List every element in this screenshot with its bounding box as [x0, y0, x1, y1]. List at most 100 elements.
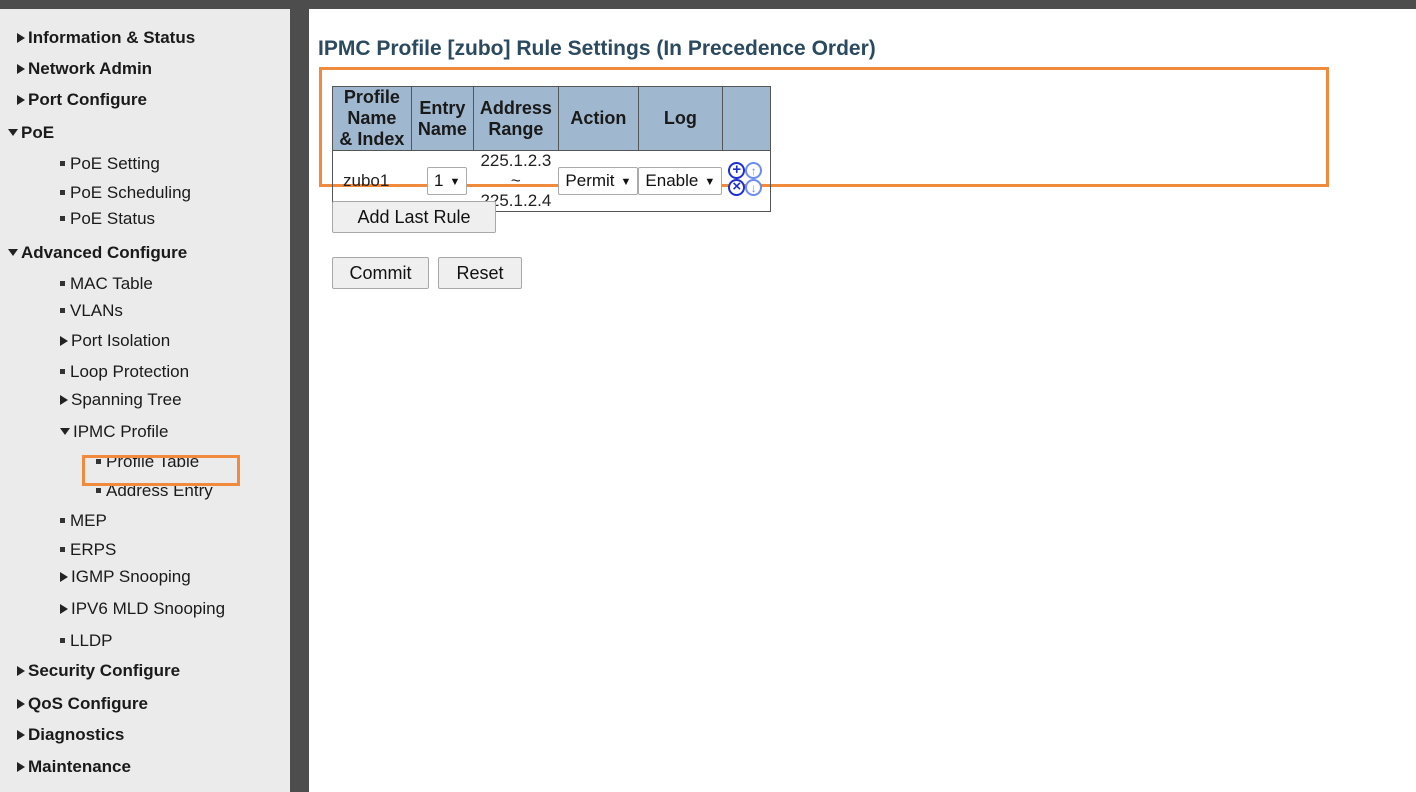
- sidebar-item-spanning-tree[interactable]: Spanning Tree: [60, 390, 182, 410]
- column-header-address-range: Address Range: [472, 86, 559, 151]
- expand-arrow-icon: [17, 33, 25, 43]
- log-value: Enable: [645, 171, 699, 190]
- sidebar-item-label: Port Configure: [28, 90, 147, 109]
- sidebar-item-poe-status[interactable]: PoE Status: [60, 209, 155, 229]
- expand-arrow-icon: [60, 395, 68, 405]
- rule-table: Profile Name & Index Entry Name Address …: [332, 86, 772, 212]
- profile-index: 1: [379, 171, 390, 190]
- table-header-row: Profile Name & Index Entry Name Address …: [332, 86, 772, 151]
- bullet-icon: [60, 281, 65, 286]
- sidebar: Information & Status Network Admin Port …: [0, 9, 290, 792]
- sidebar-item-label: Information & Status: [28, 28, 196, 47]
- bullet-icon: [60, 369, 65, 374]
- sidebar-item-qos-configure[interactable]: QoS Configure: [17, 694, 148, 714]
- sidebar-item-ipmc-profile[interactable]: IPMC Profile: [60, 422, 168, 442]
- sidebar-item-label: VLANs: [70, 301, 123, 320]
- column-header-entry-name: Entry Name: [410, 86, 474, 151]
- sidebar-item-label: PoE Setting: [70, 154, 160, 173]
- sidebar-item-poe-setting[interactable]: PoE Setting: [60, 154, 160, 174]
- sidebar-item-label: Diagnostics: [28, 725, 125, 744]
- expand-arrow-icon: [60, 336, 68, 346]
- dropdown-caret-icon: ▼: [449, 176, 461, 188]
- sidebar-item-vlans[interactable]: VLANs: [60, 301, 123, 321]
- bullet-icon: [60, 638, 65, 643]
- sidebar-item-security-configure[interactable]: Security Configure: [17, 661, 180, 681]
- bullet-icon: [60, 190, 65, 195]
- bullet-icon: [60, 547, 65, 552]
- sidebar-item-lldp[interactable]: LLDP: [60, 631, 113, 651]
- sidebar-item-label: Port Isolation: [71, 331, 171, 350]
- sidebar-item-information-status[interactable]: Information & Status: [17, 28, 195, 48]
- sidebar-item-port-configure[interactable]: Port Configure: [17, 90, 147, 110]
- log-select[interactable]: Enable ▼: [638, 167, 723, 195]
- sidebar-item-label: Spanning Tree: [71, 390, 182, 409]
- log-cell: Enable ▼: [638, 150, 723, 212]
- dropdown-caret-icon: ▼: [620, 176, 632, 188]
- expand-arrow-icon: [60, 604, 68, 614]
- sidebar-item-label: PoE Scheduling: [70, 183, 191, 202]
- move-up-icon[interactable]: ↑: [745, 162, 763, 179]
- sidebar-item-maintenance[interactable]: Maintenance: [17, 757, 131, 777]
- sidebar-item-igmp-snooping[interactable]: IGMP Snooping: [60, 567, 191, 587]
- sidebar-divider: [290, 9, 309, 792]
- profile-name: zubo: [343, 171, 380, 190]
- sidebar-item-label: Maintenance: [28, 757, 131, 776]
- commit-button[interactable]: Commit: [332, 257, 429, 289]
- collapse-arrow-icon: [8, 129, 18, 136]
- sidebar-item-mep[interactable]: MEP: [60, 511, 107, 531]
- bullet-icon: [60, 518, 65, 523]
- move-down-icon[interactable]: ↓: [745, 179, 763, 196]
- sidebar-item-label: QoS Configure: [28, 694, 148, 713]
- insert-rule-icon[interactable]: +: [728, 161, 746, 179]
- entry-name-value: 1: [434, 171, 444, 190]
- sidebar-item-ipv6-mld-snooping[interactable]: IPV6 MLD Snooping: [60, 599, 225, 619]
- bullet-icon: [60, 308, 65, 313]
- action-value: Permit: [565, 171, 615, 190]
- row-controls-cell: + ↑ × ↓: [722, 150, 772, 212]
- sidebar-item-label: IGMP Snooping: [71, 567, 191, 586]
- sidebar-item-label: Security Configure: [28, 661, 181, 680]
- delete-rule-icon[interactable]: ×: [728, 178, 746, 196]
- sidebar-item-erps[interactable]: ERPS: [60, 540, 116, 560]
- expand-arrow-icon: [17, 730, 25, 740]
- column-header-action: Action: [557, 86, 639, 151]
- sidebar-item-label: LLDP: [70, 631, 113, 650]
- sidebar-item-label: IPMC Profile: [73, 422, 169, 441]
- sidebar-item-label: Loop Protection: [70, 362, 190, 381]
- action-select[interactable]: Permit ▼: [558, 167, 639, 195]
- sidebar-item-label: PoE Status: [70, 209, 156, 228]
- column-header-controls: [721, 86, 772, 151]
- expand-arrow-icon: [17, 64, 25, 74]
- expand-arrow-icon: [17, 666, 25, 676]
- sidebar-item-label: Advanced Configure: [21, 243, 188, 262]
- sidebar-item-loop-protection[interactable]: Loop Protection: [60, 362, 189, 382]
- sidebar-item-network-admin[interactable]: Network Admin: [17, 59, 152, 79]
- expand-arrow-icon: [17, 762, 25, 772]
- sidebar-item-label: Network Admin: [28, 59, 153, 78]
- sidebar-item-poe-scheduling[interactable]: PoE Scheduling: [60, 183, 191, 203]
- sidebar-item-mac-table[interactable]: MAC Table: [60, 274, 153, 294]
- sidebar-item-label: MAC Table: [70, 274, 153, 293]
- sidebar-item-poe[interactable]: PoE: [8, 123, 54, 143]
- column-header-profile-name-index: Profile Name & Index: [332, 86, 412, 151]
- add-last-rule-button[interactable]: Add Last Rule: [332, 201, 496, 233]
- sidebar-item-label: IPV6 MLD Snooping: [71, 599, 226, 618]
- sidebar-item-label: ERPS: [70, 540, 117, 559]
- sidebar-item-label: PoE: [21, 123, 55, 142]
- profile-table-highlight: [82, 455, 240, 486]
- action-cell: Permit ▼: [558, 150, 639, 212]
- column-header-log: Log: [637, 86, 723, 151]
- sidebar-item-port-isolation[interactable]: Port Isolation: [60, 331, 170, 351]
- expand-arrow-icon: [60, 572, 68, 582]
- expand-arrow-icon: [17, 95, 25, 105]
- reset-button[interactable]: Reset: [438, 257, 522, 289]
- bullet-icon: [60, 216, 65, 221]
- sidebar-item-diagnostics[interactable]: Diagnostics: [17, 725, 124, 745]
- top-bar: [0, 0, 1416, 9]
- expand-arrow-icon: [17, 699, 25, 709]
- sidebar-item-advanced-configure[interactable]: Advanced Configure: [8, 243, 187, 263]
- collapse-arrow-icon: [60, 428, 70, 435]
- collapse-arrow-icon: [8, 249, 18, 256]
- bullet-icon: [60, 161, 65, 166]
- entry-name-select[interactable]: 1 ▼: [427, 167, 468, 195]
